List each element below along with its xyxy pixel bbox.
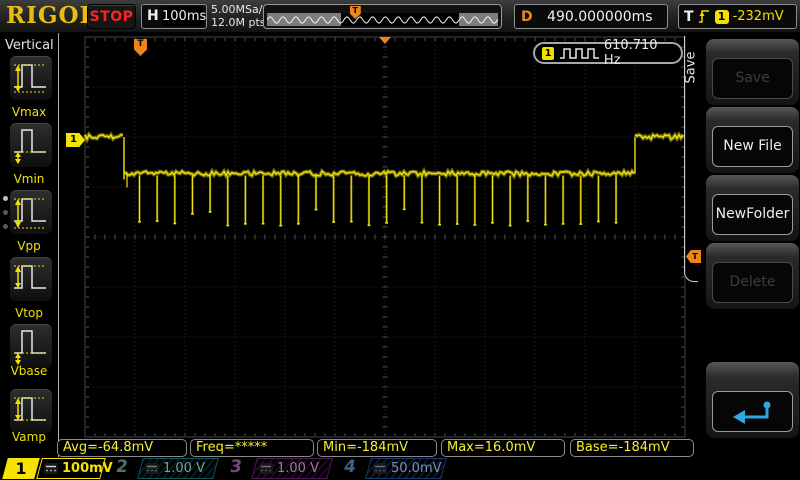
channel-status-bar: 1 100mV 2 1.00 V 3 [0,457,800,480]
menu-page-dot-2 [3,210,8,215]
freq-source-badge: 1 [542,47,554,60]
trigger-label: T [684,9,694,25]
acquisition-info: 5.00MSa/s 12.0M pts [211,3,268,29]
channel-3-number: 3 [229,457,244,477]
memory-waveform-icon [267,13,498,26]
new-folder-button[interactable]: NewFolder [712,194,793,235]
measure-label-vmin: Vmin [0,172,58,186]
channel-1-number: 1 [2,458,40,479]
trigger-level-value: -232mV [733,9,784,24]
run-state-badge: STOP [87,4,136,29]
horizontal-timebase-box[interactable]: H 100ms [141,4,207,29]
channel-2-scale: 1.00 V [137,458,219,479]
softkey-slot-1: Save [706,39,799,105]
vmin-icon [10,123,52,167]
h-label: H [147,8,159,24]
measure-item-vtop[interactable] [9,256,53,302]
memory-strip: T [267,13,498,26]
trigger-source-badge: 1 [715,10,729,24]
coupling-dc-icon [145,463,159,474]
softkey-slot-3: NewFolder [706,175,799,241]
return-arrow-icon [731,399,775,425]
top-status-bar: RIGOL STOP H 100ms 5.00MSa/s 12.0M pts T… [0,0,800,33]
softkey-slot-2: New File [706,107,799,173]
channel-3-scale: 1.00 V [251,458,333,479]
frequency-counter: 1 610.710 Hz [533,42,683,64]
measure-item-vpp[interactable] [9,189,53,235]
measurement-freq: Freq=***** [190,439,314,457]
measurement-base: Base=-184mV [570,439,694,457]
menu-page-dot-1 [3,196,8,201]
waveform-display [0,0,800,480]
back-button[interactable] [712,391,793,432]
measure-label-vamp: Vamp [0,430,58,444]
softkey-slot-4: Delete [706,243,799,309]
measure-label-vpp: Vpp [0,239,58,253]
channel-2-number: 2 [115,457,130,477]
coupling-dc-icon [259,463,273,474]
measure-item-vmin[interactable] [9,122,53,168]
channel-4-scale: 50.0mV [365,458,447,479]
vamp-icon [10,389,52,433]
measure-item-vbase[interactable] [9,323,53,369]
measurement-max: Max=16.0mV [441,439,565,457]
delay-value: 490.000000ms [533,9,667,25]
measure-label-vmax: Vmax [0,105,58,119]
measure-item-vmax[interactable] [9,55,53,101]
vbase-icon [10,324,52,368]
delay-readout-box: D 490.000000ms [514,4,668,29]
rigol-logo: RIGOL [6,2,97,29]
channel-4-number: 4 [343,457,358,477]
channel-1-scale: 100mV [36,458,106,479]
measurement-avg: Avg=-64.8mV [57,439,187,457]
save-menu-tab: Save [684,38,699,98]
measurement-min: Min=-184mV [317,439,437,457]
vpp-icon [10,190,52,234]
save-button[interactable]: Save [712,58,793,99]
memory-depth: 12.0M pts [211,16,268,29]
coupling-dc-icon [44,463,58,474]
coupling-dc-icon [373,463,387,474]
timebase-value: 100ms [162,7,203,26]
measure-item-vamp[interactable] [9,388,53,434]
square-wave-icon [559,46,599,61]
delete-button[interactable]: Delete [712,262,793,303]
trigger-readout-box[interactable]: T 1 -232mV [678,4,797,29]
trigger-position-icon[interactable] [379,37,391,44]
rising-edge-icon [698,8,711,25]
measure-label-vbase: Vbase [0,364,58,378]
left-menu-separator [58,33,59,457]
measure-menu: Vertical Vmax Vmin Vpp [0,33,58,457]
freq-value: 610.710 Hz [604,38,674,68]
sample-rate: 5.00MSa/s [211,3,268,16]
new-file-button[interactable]: New File [712,126,793,167]
vmax-icon [10,56,52,100]
measure-label-vtop: Vtop [0,306,58,320]
menu-page-dot-3 [3,224,8,229]
measure-menu-title: Vertical [5,38,54,53]
softkey-slot-back [706,362,799,438]
vtop-icon [10,257,52,301]
memory-position-bar[interactable]: T [263,4,502,29]
delay-label: D [521,9,533,25]
